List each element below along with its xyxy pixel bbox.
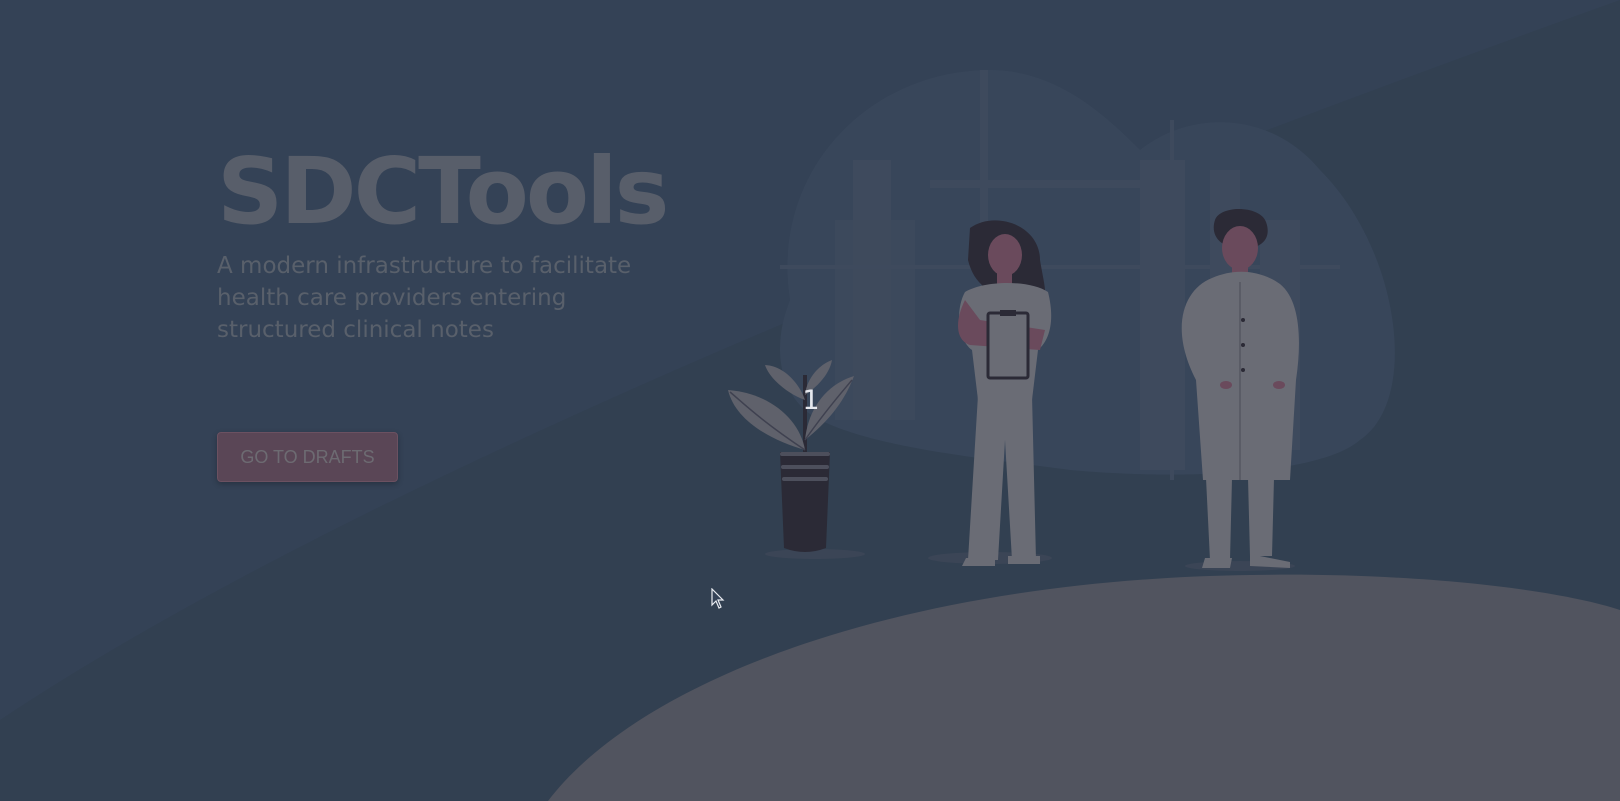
mouse-cursor-icon [711,588,725,609]
step-marker: 1 [802,385,820,416]
hospital-building [780,70,1395,480]
potted-plant [728,360,854,552]
go-to-drafts-button[interactable]: GO TO DRAFTS [217,432,398,482]
hero-section: SDCTools A modern infrastructure to faci… [217,140,687,346]
hero-subtitle: A modern infrastructure to facilitate he… [217,253,632,343]
hero-title: SDCTools [217,138,669,245]
